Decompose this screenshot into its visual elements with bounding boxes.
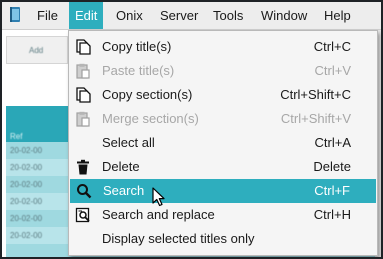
copy-icon <box>76 87 91 103</box>
menu-item-delete[interactable]: Delete Delete <box>69 155 377 179</box>
list-item: 20-02-00 <box>10 180 43 189</box>
menu-item-shortcut: Ctrl+Shift+V <box>280 111 351 126</box>
list-item: 20-02-00 <box>10 231 43 240</box>
menu-item-merge-sections[interactable]: Merge section(s) Ctrl+Shift+V <box>69 107 377 131</box>
list-item: 20-02-00 <box>10 163 43 172</box>
list-item: 20-02-00 <box>10 146 43 155</box>
menu-tools[interactable]: Tools <box>207 2 249 29</box>
menu-item-label: Delete <box>102 159 140 174</box>
menu-item-label: Display selected titles only <box>102 231 255 246</box>
menu-item-label: Merge section(s) <box>102 111 199 126</box>
paste-icon <box>76 63 90 79</box>
menu-item-label: Copy section(s) <box>102 87 193 102</box>
menu-bar: File Edit Onix Server Tools Window Help <box>2 2 381 30</box>
menu-item-label: Select all <box>102 135 155 150</box>
app-logo-icon <box>10 7 20 22</box>
menu-item-label: Paste title(s) <box>102 63 175 78</box>
menu-item-shortcut: Ctrl+H <box>313 207 351 222</box>
edit-menu-dropdown: Copy title(s) Ctrl+C Paste title(s) Ctrl… <box>68 30 378 256</box>
menu-item-label: Copy title(s) <box>102 39 172 54</box>
menu-item-copy-sections[interactable]: Copy section(s) Ctrl+Shift+C <box>69 83 377 107</box>
copy-icon <box>76 39 91 55</box>
menu-item-shortcut: Ctrl+C <box>313 39 351 54</box>
menu-item-shortcut: Ctrl+Shift+C <box>280 87 351 102</box>
menu-item-shortcut: Delete <box>313 159 351 174</box>
menu-item-label: Search <box>103 183 145 198</box>
menu-edit[interactable]: Edit <box>69 2 104 29</box>
menu-item-shortcut: Ctrl+V <box>314 63 351 78</box>
menu-help[interactable]: Help <box>318 2 357 29</box>
search-replace-icon <box>75 207 90 223</box>
toolbar-add-label: Add <box>29 46 44 55</box>
list-item: 20-02-00 <box>10 214 43 223</box>
mouse-pointer-icon <box>152 187 165 207</box>
menu-item-shortcut: Ctrl+F <box>314 183 350 198</box>
menu-server[interactable]: Server <box>154 2 204 29</box>
menu-item-copy-titles[interactable]: Copy title(s) Ctrl+C <box>69 35 377 59</box>
menu-item-search[interactable]: Search Ctrl+F <box>70 179 376 203</box>
menu-item-search-and-replace[interactable]: Search and replace Ctrl+H <box>69 203 377 227</box>
list-item: 20-02-00 <box>10 197 43 206</box>
search-icon <box>77 184 92 199</box>
menu-file[interactable]: File <box>31 2 64 29</box>
menu-item-paste-titles[interactable]: Paste title(s) Ctrl+V <box>69 59 377 83</box>
background-toolbar: Add <box>6 36 68 64</box>
menu-item-select-all[interactable]: Select all Ctrl+A <box>69 131 377 155</box>
menu-item-display-selected-titles-only[interactable]: Display selected titles only <box>69 227 377 251</box>
list-header-ref: Ref <box>10 132 23 141</box>
menu-onix[interactable]: Onix <box>110 2 149 29</box>
app-window: Add Ref 20-02-00 20-02-00 20-02-00 20-02… <box>0 0 383 259</box>
paste-icon <box>76 111 90 127</box>
trash-icon <box>77 159 89 175</box>
menu-item-shortcut: Ctrl+A <box>314 135 351 150</box>
background-toolbar-secondary <box>6 66 66 88</box>
menu-window[interactable]: Window <box>255 2 313 29</box>
